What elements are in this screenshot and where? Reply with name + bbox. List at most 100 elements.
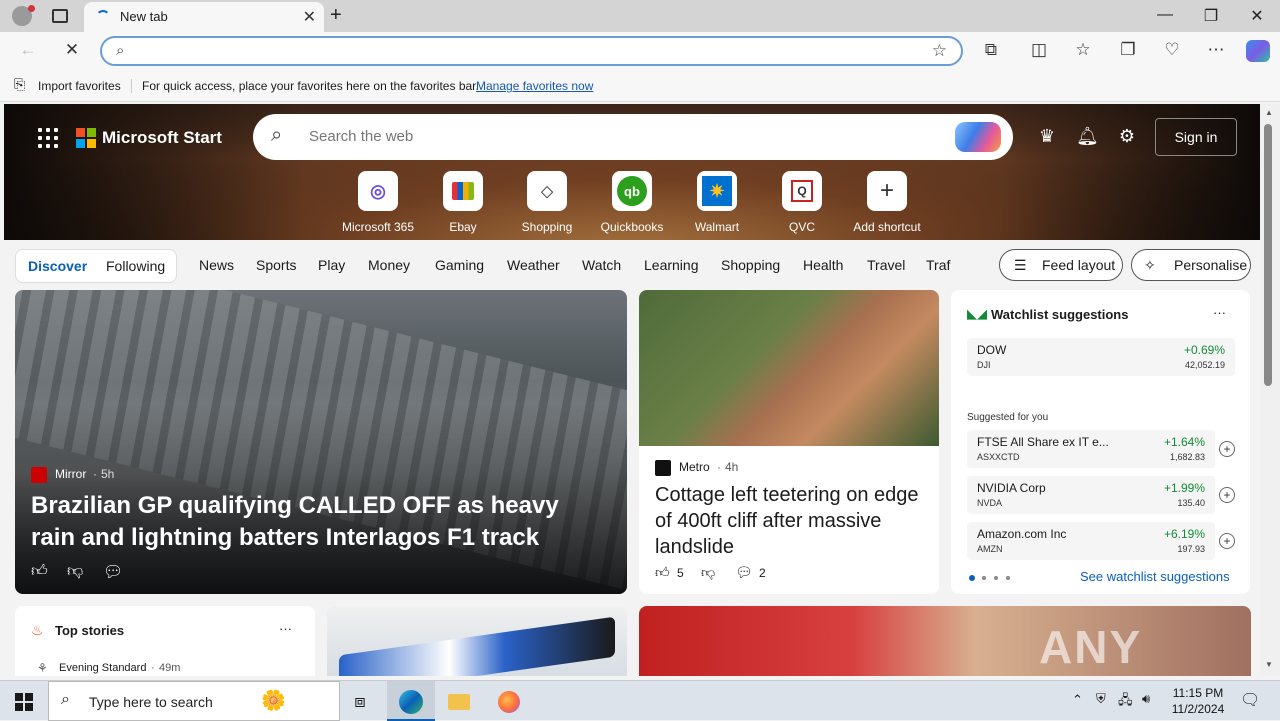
comment-icon[interactable]: 💬︎	[735, 564, 753, 581]
nav-watch[interactable]: Watch	[582, 257, 621, 273]
shortcut-walmart[interactable]: ✷ Walmart	[675, 171, 759, 234]
restore-button[interactable]: ❐	[1188, 6, 1234, 26]
shortcut-quickbooks[interactable]: qb Quickbooks	[590, 171, 674, 234]
browser-essentials-icon[interactable]: ♡	[1160, 40, 1184, 60]
close-button[interactable]: ✕	[1234, 6, 1280, 26]
dislike-icon[interactable]: 👎︎	[67, 562, 83, 581]
favorite-star-icon[interactable]: ☆	[932, 41, 947, 61]
dislike-icon[interactable]: 👎︎	[701, 564, 715, 581]
news-card-landslide[interactable]: Metro · 4h Cottage left teetering on edg…	[639, 290, 939, 594]
settings-more-icon[interactable]: ⋯	[1204, 40, 1228, 60]
scroll-up-icon[interactable]: ▲	[1265, 108, 1273, 117]
stop-loading-icon[interactable]: ✕	[60, 40, 84, 60]
stock-price: 1,682.83	[1169, 452, 1205, 462]
like-icon[interactable]: 👍︎	[31, 562, 48, 581]
tab-close-icon[interactable]: ✕	[303, 7, 316, 27]
stock-row[interactable]: Amazon.com Inc AMZN +6.19% 197.93 +	[967, 522, 1235, 560]
nav-health[interactable]: Health	[803, 257, 843, 273]
scroll-thumb[interactable]	[1264, 124, 1272, 386]
tray-chevron-icon[interactable]: ⌃	[1072, 692, 1083, 708]
hero-background: Microsoft Start ⌕ Search the web ♛ 🔔︎ ⚙ …	[4, 104, 1260, 240]
import-favorites-button[interactable]: Import favorites	[38, 79, 121, 93]
add-to-watchlist-icon[interactable]: +	[1219, 487, 1235, 503]
tab-discover[interactable]: Discover	[28, 258, 87, 274]
nav-money[interactable]: Money	[368, 257, 410, 273]
split-screen-icon[interactable]: ◫	[1027, 40, 1051, 60]
shortcut-microsoft-365[interactable]: ◎ Microsoft 365	[336, 171, 420, 234]
new-tab-button[interactable]: +	[330, 4, 342, 27]
collections-icon[interactable]: ❐	[1116, 40, 1140, 60]
taskbar-clock[interactable]: 11:15 PM 11/2/2024	[1170, 685, 1226, 717]
suggested-label: Suggested for you	[967, 412, 1049, 423]
stock-row[interactable]: FTSE All Share ex IT e... ASXXCTD +1.64%…	[967, 430, 1235, 468]
start-button[interactable]	[0, 681, 48, 721]
network-icon[interactable]: 🖧	[1118, 691, 1133, 713]
nav-travel[interactable]: Travel	[867, 257, 905, 273]
card-dot: ·	[717, 460, 721, 474]
shortcut-shopping[interactable]: ⬦ Shopping	[505, 171, 589, 234]
top-stories-more-button[interactable]: ···	[279, 621, 292, 636]
edge-taskbar-icon[interactable]	[387, 681, 435, 721]
nav-sports[interactable]: Sports	[256, 257, 296, 273]
see-watchlist-link[interactable]: See watchlist suggestions	[1080, 569, 1230, 584]
clock-date: 11/2/2024	[1171, 702, 1225, 716]
copilot-icon[interactable]	[1246, 40, 1270, 62]
nav-weather[interactable]: Weather	[507, 257, 560, 273]
file-explorer-icon[interactable]	[435, 681, 483, 721]
add-to-watchlist-icon[interactable]: +	[1219, 441, 1235, 457]
copilot-search-icon[interactable]	[955, 122, 1001, 152]
shortcut-label: Shopping	[521, 220, 573, 234]
carousel-dot[interactable]	[1006, 576, 1010, 580]
stock-ticker: NVDA	[977, 498, 1003, 508]
personalise-button[interactable]: ✧ Personalise	[1131, 249, 1251, 281]
favorites-icon[interactable]: ☆	[1071, 40, 1095, 60]
story-source: Evening Standard	[59, 662, 147, 674]
task-view-icon[interactable]: ⧈	[336, 681, 384, 721]
news-card-lego[interactable]	[327, 606, 627, 676]
carousel-dot-active[interactable]	[969, 575, 975, 581]
nav-learning[interactable]: Learning	[644, 257, 699, 273]
nav-gaming[interactable]: Gaming	[435, 257, 484, 273]
brand-title[interactable]: Microsoft Start	[102, 128, 222, 148]
tray-security-icon[interactable]: ⛨	[1096, 691, 1106, 707]
card-headline[interactable]: Brazilian GP qualifying CALLED OFF as he…	[31, 490, 601, 554]
tab-actions-icon[interactable]	[52, 9, 68, 23]
carousel-dot[interactable]	[982, 576, 986, 580]
scroll-down-icon[interactable]: ▼	[1265, 660, 1273, 669]
stock-row-dow[interactable]: DOW DJI +0.69% 42,052.19	[967, 338, 1235, 376]
carousel-dot[interactable]	[994, 576, 998, 580]
add-to-watchlist-icon[interactable]: +	[1219, 533, 1235, 549]
back-icon[interactable]: ←	[16, 40, 40, 60]
shortcut-qvc[interactable]: Q QVC	[760, 171, 844, 234]
extensions-icon[interactable]: ⧉	[979, 40, 1003, 60]
feed-layout-button[interactable]: ☰ Feed layout	[999, 249, 1123, 281]
watchlist-more-button[interactable]: ···	[1213, 305, 1226, 320]
taskbar-search-box[interactable]: ⌕ Type here to search 🌼	[48, 681, 340, 721]
card-headline[interactable]: Cottage left teetering on edge of 400ft …	[655, 482, 927, 560]
nav-play[interactable]: Play	[318, 257, 345, 273]
tab-following[interactable]: Following	[106, 258, 165, 274]
comment-icon[interactable]: 💬︎	[103, 562, 123, 582]
like-icon[interactable]: 👍︎	[655, 564, 670, 581]
rewards-icon[interactable]: ♛	[1036, 126, 1058, 148]
notifications-icon[interactable]: 🔔︎	[1076, 126, 1099, 148]
nav-traffic[interactable]: Traf	[926, 257, 950, 273]
address-bar[interactable]: ⌕ ☆	[100, 36, 963, 66]
minimize-button[interactable]: —	[1142, 6, 1188, 24]
volume-icon[interactable]: 🔊︎	[1142, 691, 1150, 707]
web-search-box[interactable]: ⌕ Search the web	[253, 114, 1013, 160]
news-card-hero[interactable]: Mirror · 5h Brazilian GP qualifying CALL…	[15, 290, 627, 594]
sign-in-button[interactable]: Sign in	[1155, 118, 1237, 156]
apps-grid-icon[interactable]	[38, 128, 58, 148]
shortcut-add[interactable]: + Add shortcut	[845, 171, 929, 234]
stock-row[interactable]: NVIDIA Corp NVDA +1.99% 135.40 +	[967, 476, 1235, 514]
firefox-icon[interactable]	[485, 681, 533, 721]
nav-shopping[interactable]: Shopping	[721, 257, 780, 273]
settings-gear-icon[interactable]: ⚙	[1116, 126, 1138, 148]
notification-center-icon[interactable]: 🗨︎	[1240, 690, 1260, 710]
tab-new-tab[interactable]: New tab ✕	[84, 2, 324, 32]
manage-favorites-link[interactable]: Manage favorites now	[476, 79, 593, 93]
shortcut-ebay[interactable]: Ebay	[421, 171, 505, 234]
nav-news[interactable]: News	[199, 257, 234, 273]
news-card-portrait[interactable]: ANY RUN	[639, 606, 1251, 676]
